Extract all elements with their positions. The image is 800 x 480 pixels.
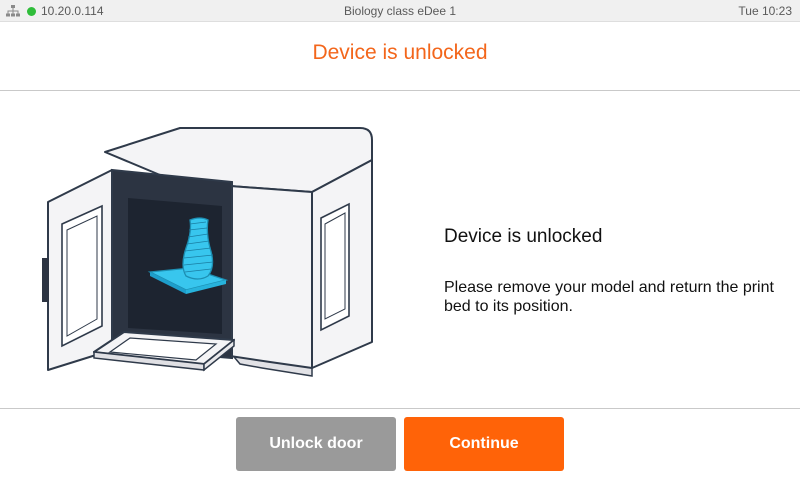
- printer-open-door-illustration: [42, 127, 373, 377]
- status-bar: 10.20.0.114 Biology class eDee 1 Tue 10:…: [0, 0, 800, 22]
- message-panel: Device is unlocked Please remove your mo…: [444, 226, 794, 316]
- footer-divider: [0, 408, 800, 409]
- datetime: Tue 10:23: [738, 4, 792, 18]
- message-body: Please remove your model and return the …: [444, 279, 774, 315]
- continue-button[interactable]: Continue: [404, 417, 564, 471]
- page-title: Device is unlocked: [312, 41, 488, 64]
- device-name: Biology class eDee 1: [343, 4, 457, 18]
- header-divider: [0, 90, 800, 91]
- unlock-door-button[interactable]: Unlock door: [236, 417, 396, 471]
- message-heading: Device is unlocked: [444, 226, 603, 247]
